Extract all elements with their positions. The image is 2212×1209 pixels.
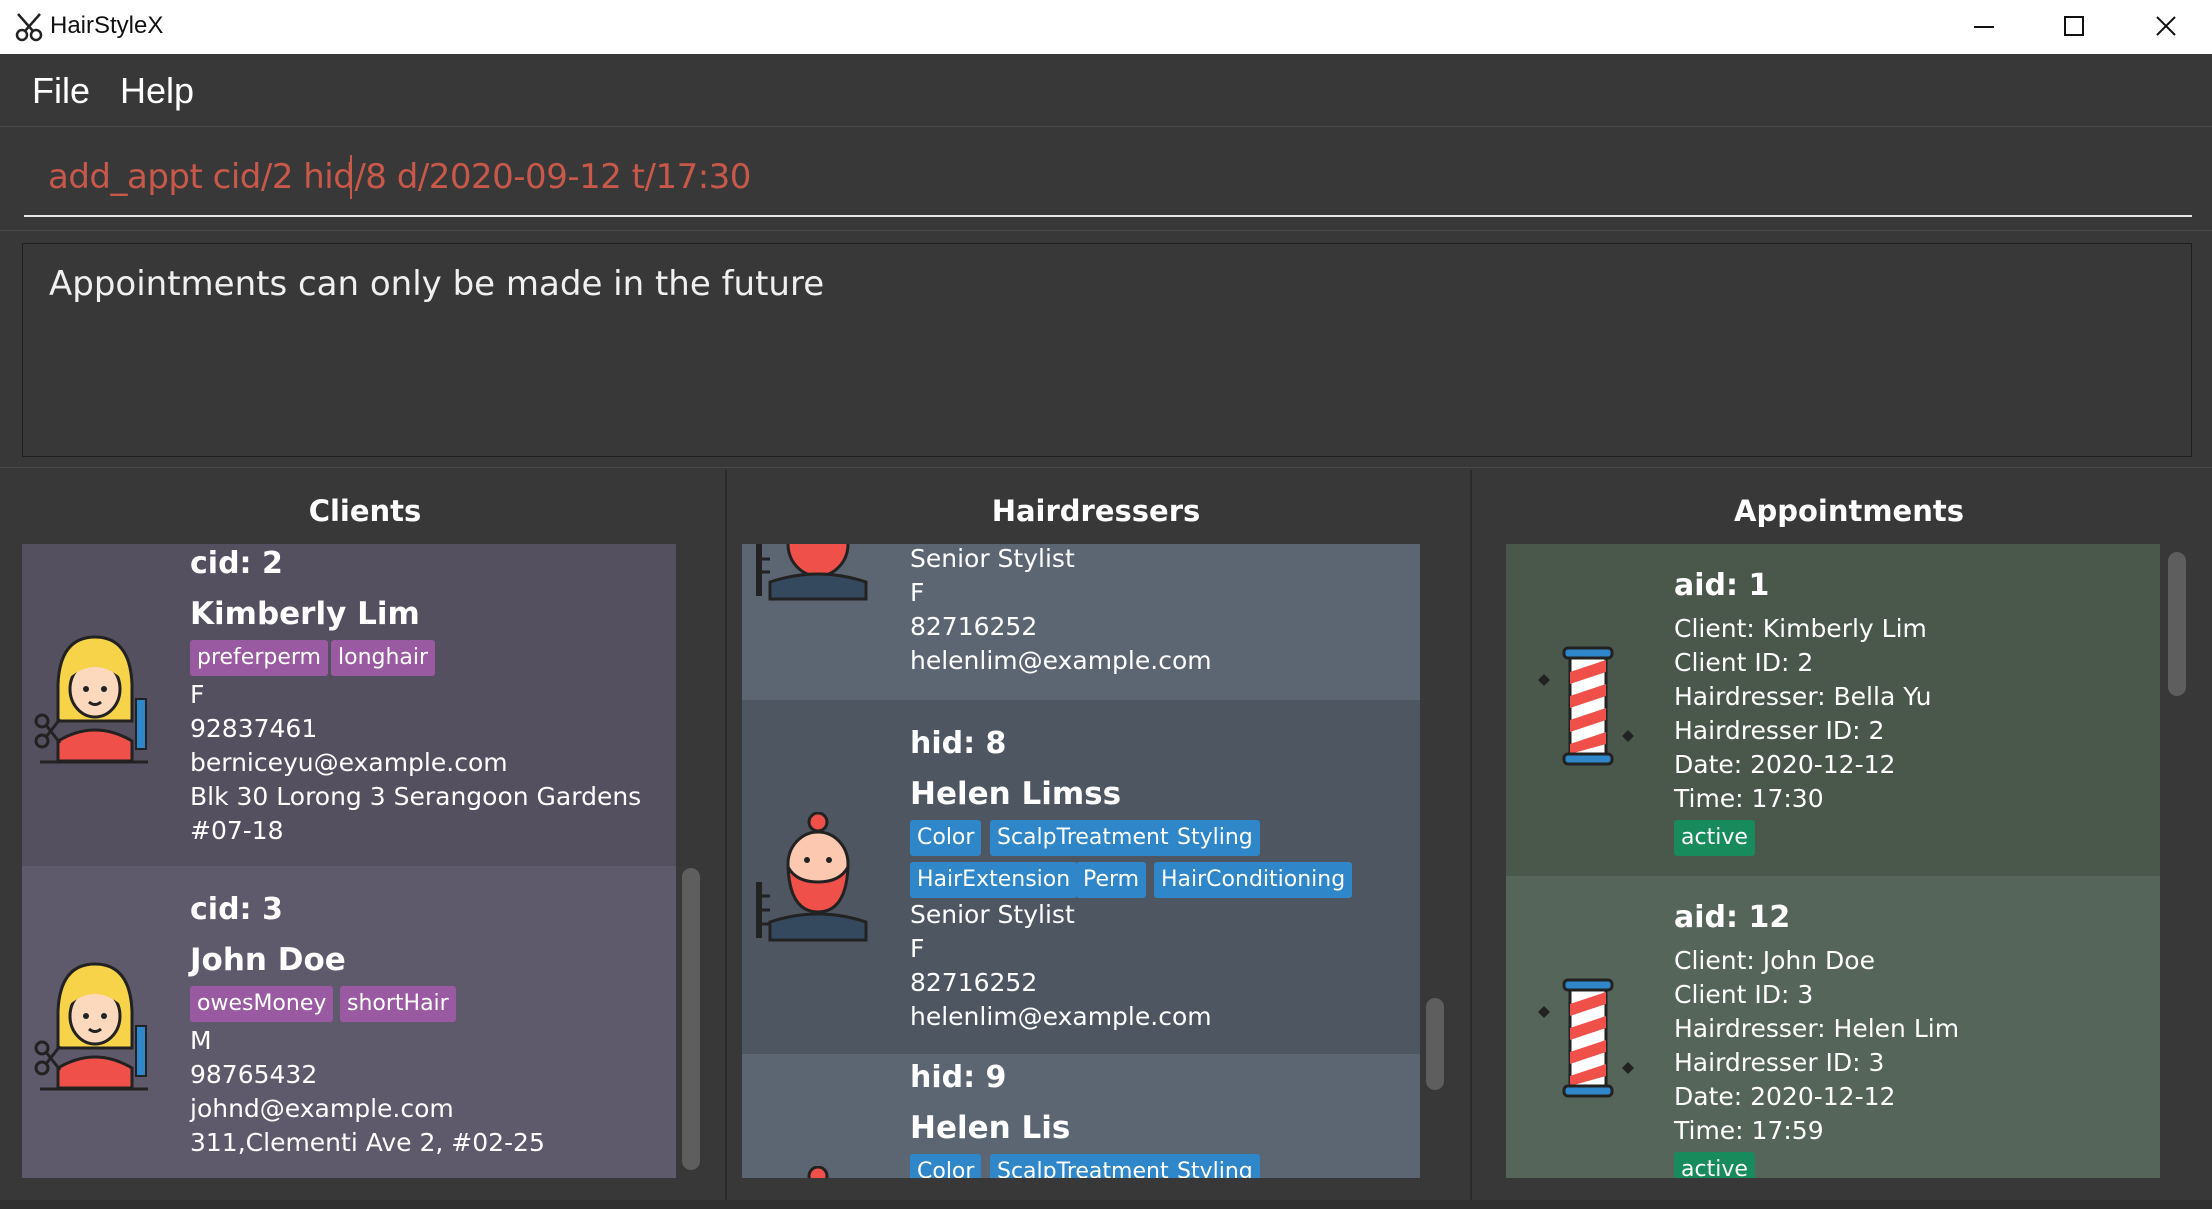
appointment-hairdresser-id: Hairdresser ID: 3 bbox=[1674, 1048, 1885, 1077]
close-icon bbox=[2156, 16, 2176, 36]
hairdresser-title: Senior Stylist bbox=[910, 900, 1075, 929]
command-input[interactable]: add_appt cid/2 hid/8 d/2020-09-12 t/17:3… bbox=[48, 157, 751, 197]
hairdresser-phone: 82716252 bbox=[910, 612, 1038, 641]
hairdresser-tag: HairConditioning bbox=[1154, 862, 1353, 898]
menu-bar: File Help bbox=[0, 54, 2212, 126]
appointment-date: Date: 2020-12-12 bbox=[1674, 750, 1896, 779]
hairdresser-name: Helen Lis bbox=[910, 1110, 1071, 1146]
appointment-client: Client: Kimberly Lim bbox=[1674, 614, 1927, 643]
hairdresser-id: hid: 9 bbox=[910, 1060, 1007, 1095]
hairdresser-avatar-icon bbox=[750, 1165, 880, 1178]
command-underline bbox=[24, 215, 2192, 217]
client-address: 311,Clementi Ave 2, #02-25 bbox=[190, 1128, 545, 1157]
minimize-icon bbox=[1974, 26, 1994, 28]
hairdresser-avatar-icon bbox=[750, 811, 880, 946]
window-title-bar: HairStyleX bbox=[0, 0, 2212, 54]
result-panel: Appointments can only be made in the fut… bbox=[0, 230, 2212, 468]
appointment-time: Time: 17:30 bbox=[1674, 784, 1824, 813]
hairdresser-tag: Styling bbox=[1170, 820, 1260, 856]
text-caret bbox=[350, 155, 352, 199]
client-email: berniceyu@example.com bbox=[190, 748, 508, 777]
client-phone: 92837461 bbox=[190, 714, 318, 743]
close-button[interactable] bbox=[2122, 0, 2212, 54]
column-divider bbox=[725, 470, 727, 1200]
appointment-card[interactable]: aid: 1 Client: Kimberly Lim Client ID: 2… bbox=[1506, 544, 2160, 876]
maximize-icon bbox=[2064, 16, 2084, 36]
client-avatar-icon bbox=[30, 629, 160, 768]
hairdresser-email: helenlim@example.com bbox=[910, 646, 1212, 675]
hairdresser-tag: Perm bbox=[1076, 862, 1147, 898]
hairdresser-gender: F bbox=[910, 934, 925, 963]
appointment-hairdresser-id: Hairdresser ID: 2 bbox=[1674, 716, 1885, 745]
clients-list[interactable]: cid: 2 Kimberly Lim preferperm longhair … bbox=[22, 544, 676, 1178]
status-badge: active bbox=[1674, 1152, 1755, 1178]
appointment-client-id: Client ID: 2 bbox=[1674, 648, 1814, 677]
appointment-id: aid: 1 bbox=[1674, 568, 1770, 603]
client-card[interactable]: cid: 2 Kimberly Lim preferperm longhair … bbox=[22, 544, 676, 866]
result-display[interactable]: Appointments can only be made in the fut… bbox=[22, 243, 2192, 457]
appointment-time: Time: 17:59 bbox=[1674, 1116, 1824, 1145]
client-tag: longhair bbox=[331, 640, 436, 676]
client-tag: shortHair bbox=[340, 986, 456, 1022]
hairdresser-card[interactable]: hid: 9 Helen Lis Color ScalpTreatment St… bbox=[742, 1054, 1420, 1178]
hairdresser-tag: Styling bbox=[1170, 1154, 1260, 1178]
hairdresser-tag: Color bbox=[910, 1154, 982, 1178]
hairdresser-title: Senior Stylist bbox=[910, 544, 1075, 573]
appointment-card[interactable]: aid: 12 Client: John Doe Client ID: 3 Ha… bbox=[1506, 876, 2160, 1178]
appointments-panel-title: Appointments bbox=[1734, 494, 1964, 528]
barber-pole-icon bbox=[1530, 644, 1640, 778]
hairdresser-tag: HairExtension bbox=[910, 862, 1078, 898]
barber-pole-icon bbox=[1530, 976, 1640, 1110]
client-gender: M bbox=[190, 1026, 212, 1055]
hairdresser-tag: Color bbox=[910, 820, 982, 856]
client-name: John Doe bbox=[190, 942, 346, 978]
client-id: cid: 3 bbox=[190, 892, 283, 927]
client-id: cid: 2 bbox=[190, 546, 283, 581]
hairdresser-card[interactable]: Senior Stylist F 82716252 helenlim@examp… bbox=[742, 544, 1420, 700]
hairdresser-tag: ScalpTreatment bbox=[990, 1154, 1176, 1178]
hairdresser-tag: ScalpTreatment bbox=[990, 820, 1176, 856]
appointment-hairdresser: Hairdresser: Helen Lim bbox=[1674, 1014, 1960, 1043]
command-box: add_appt cid/2 hid/8 d/2020-09-12 t/17:3… bbox=[0, 126, 2212, 230]
hairdresser-phone: 82716252 bbox=[910, 968, 1038, 997]
status-bar bbox=[0, 1200, 2212, 1209]
client-address-unit: #07-18 bbox=[190, 816, 284, 845]
maximize-button[interactable] bbox=[2030, 0, 2120, 54]
hairdressers-list[interactable]: Senior Stylist F 82716252 helenlim@examp… bbox=[742, 544, 1420, 1178]
appointments-scrollbar[interactable] bbox=[2168, 552, 2186, 696]
menu-help[interactable]: Help bbox=[120, 70, 194, 112]
hairdresser-id: hid: 8 bbox=[910, 726, 1007, 761]
appointment-hairdresser: Hairdresser: Bella Yu bbox=[1674, 682, 1932, 711]
hairdresser-avatar-icon bbox=[750, 544, 880, 608]
hairdresser-email: helenlim@example.com bbox=[910, 1002, 1212, 1031]
appointment-client: Client: John Doe bbox=[1674, 946, 1875, 975]
client-name: Kimberly Lim bbox=[190, 596, 420, 632]
hairdresser-gender: F bbox=[910, 578, 925, 607]
client-address: Blk 30 Lorong 3 Serangoon Gardens bbox=[190, 782, 642, 811]
client-avatar-icon bbox=[30, 956, 160, 1095]
hairdressers-panel-title: Hairdressers bbox=[991, 494, 1201, 528]
scissors-icon bbox=[14, 11, 46, 43]
hairdresser-name: Helen Limss bbox=[910, 776, 1122, 812]
appointment-id: aid: 12 bbox=[1674, 900, 1791, 935]
appointments-list[interactable]: aid: 1 Client: Kimberly Lim Client ID: 2… bbox=[1506, 544, 2160, 1178]
minimize-button[interactable] bbox=[1940, 0, 2030, 54]
client-phone: 98765432 bbox=[190, 1060, 318, 1089]
client-tag: preferperm bbox=[190, 640, 328, 676]
app-title: HairStyleX bbox=[50, 12, 164, 39]
appointment-client-id: Client ID: 3 bbox=[1674, 980, 1814, 1009]
hairdresser-card[interactable]: hid: 8 Helen Limss Color ScalpTreatment … bbox=[742, 700, 1420, 1054]
appointment-date: Date: 2020-12-12 bbox=[1674, 1082, 1896, 1111]
clients-panel-title: Clients bbox=[308, 494, 422, 528]
hairdressers-scrollbar[interactable] bbox=[1426, 998, 1444, 1090]
status-badge: active bbox=[1674, 820, 1755, 856]
client-tag: owesMoney bbox=[190, 986, 334, 1022]
client-email: johnd@example.com bbox=[190, 1094, 454, 1123]
client-gender: F bbox=[190, 680, 205, 709]
result-message: Appointments can only be made in the fut… bbox=[49, 264, 825, 304]
menu-file[interactable]: File bbox=[32, 70, 90, 112]
clients-scrollbar[interactable] bbox=[682, 868, 700, 1170]
column-divider bbox=[1470, 470, 1472, 1200]
client-card[interactable]: cid: 3 John Doe owesMoney shortHair M 98… bbox=[22, 866, 676, 1178]
